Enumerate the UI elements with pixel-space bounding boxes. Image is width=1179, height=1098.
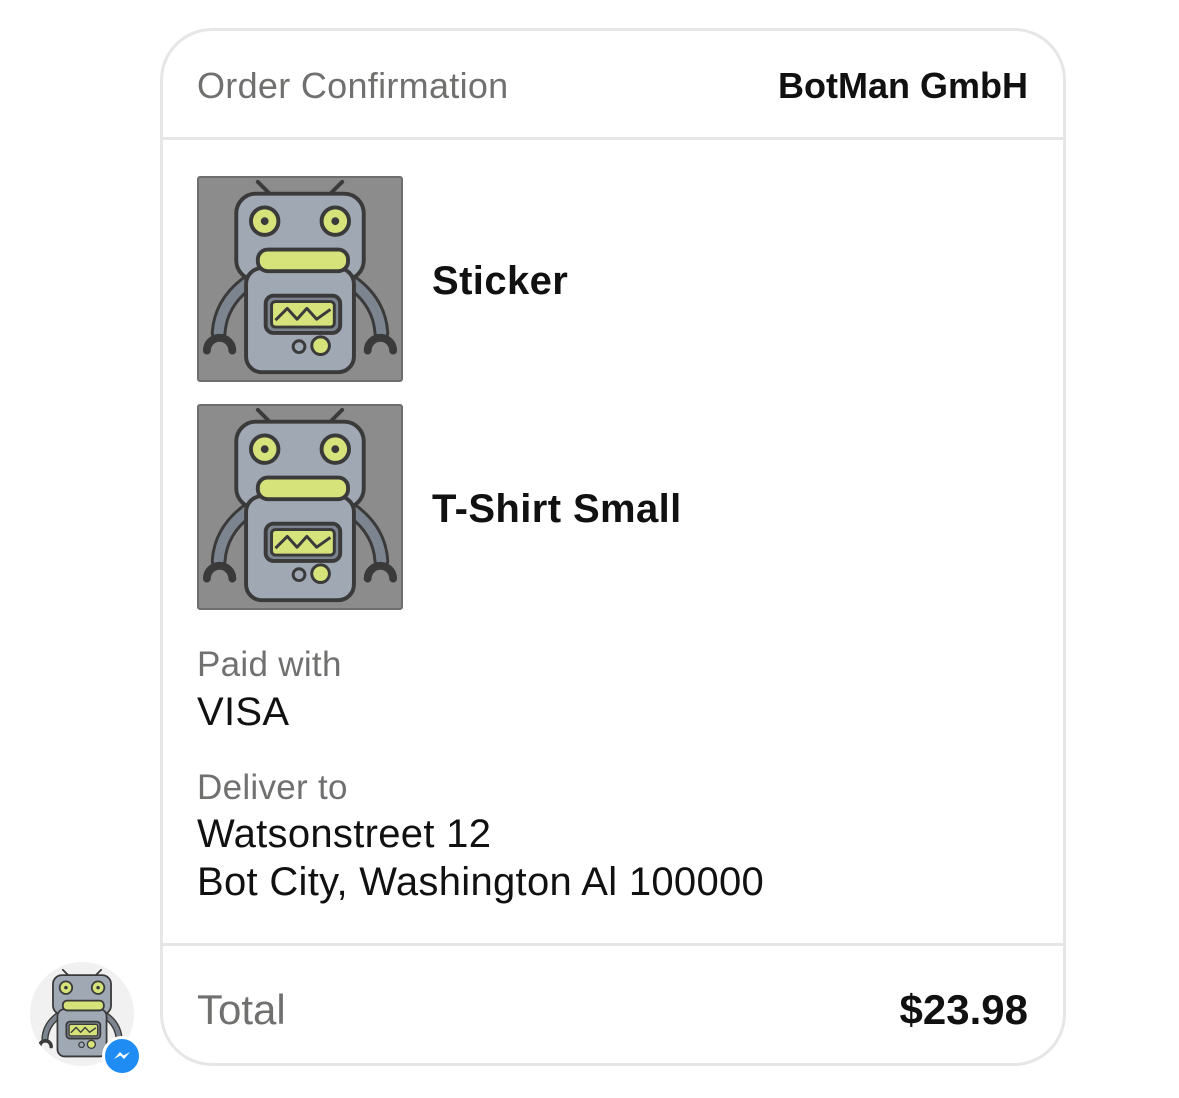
payment-method: VISA [197, 690, 290, 734]
item-name: Sticker [432, 259, 569, 303]
robot-icon [199, 406, 401, 608]
merchant-name: BotMan GmbH [778, 65, 1028, 106]
receipt-item: Sticker [197, 176, 1037, 386]
delivery-label: Deliver to [197, 768, 348, 807]
payment-label: Paid with [197, 645, 342, 684]
receipt-title: Order Confirmation [197, 65, 509, 106]
delivery-address-line1: Watsonstreet 12 [197, 812, 492, 856]
total-amount: $23.98 [899, 986, 1028, 1033]
receipt-footer: Total $23.98 [163, 943, 1063, 1063]
item-thumbnail [197, 404, 403, 610]
messenger-icon [102, 1036, 142, 1076]
order-receipt-card: Order Confirmation BotMan GmbH Sticker T… [160, 28, 1066, 1066]
delivery-address-line2: Bot City, Washington Al 100000 [197, 860, 765, 904]
item-thumbnail [197, 176, 403, 382]
receipt-header: Order Confirmation BotMan GmbH [163, 31, 1063, 140]
item-name: T-Shirt Small [432, 487, 682, 531]
robot-icon [199, 178, 401, 380]
total-label: Total [197, 986, 286, 1033]
receipt-item: T-Shirt Small [197, 404, 1037, 614]
